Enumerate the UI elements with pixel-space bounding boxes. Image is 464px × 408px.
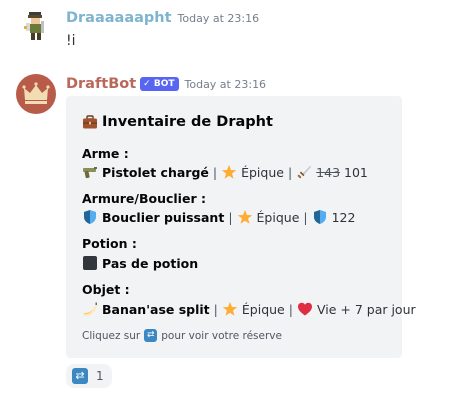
dagger-icon <box>296 164 312 180</box>
armor-stat: 122 <box>331 209 356 225</box>
message-content: !i <box>66 33 76 49</box>
separator: | <box>213 301 218 317</box>
armor-field-name: Armure/Bouclier : <box>82 191 206 206</box>
reaction-count: 1 <box>96 369 104 383</box>
swap-icon: ⇄ <box>144 329 158 342</box>
crown-icon <box>22 82 50 104</box>
bot-avatar[interactable] <box>16 74 56 114</box>
shield-icon <box>82 209 98 225</box>
weapon-stat-new: 101 <box>344 164 368 180</box>
potion-field-value: Pas de potion <box>82 255 198 271</box>
heart-icon <box>297 301 313 317</box>
separator: | <box>212 164 218 180</box>
embed-title: Inventaire de Drapht <box>82 114 273 130</box>
footer-suffix: pour voir votre réserve <box>161 329 282 342</box>
reaction-swap[interactable]: ⇄ 1 <box>66 364 112 388</box>
briefcase-icon <box>82 114 98 130</box>
weapon-item: Pistolet chargé <box>102 164 209 180</box>
weapon-field-name: Arme : <box>82 146 129 161</box>
username-text[interactable]: Draaaaaapht <box>66 10 172 26</box>
timestamp: Today at 23:16 <box>177 12 260 25</box>
username-text[interactable]: DraftBot <box>66 76 136 92</box>
pixel-warrior-icon <box>24 12 44 40</box>
object-item: Banan'ase split <box>102 301 210 317</box>
username[interactable]: DraftBot ✓ BOT Today at 23:16 <box>66 76 266 92</box>
weapon-stat-old: 143 <box>316 164 341 180</box>
footer-prefix: Cliquez sur <box>82 329 141 342</box>
pistol-icon <box>82 164 98 180</box>
star-icon <box>237 209 253 225</box>
embed-title-text: Inventaire de Drapht <box>102 114 273 130</box>
separator: | <box>288 301 293 317</box>
object-field-name: Objet : <box>82 282 130 297</box>
armor-field-value: Bouclier puissant | Épique | 122 <box>82 209 355 225</box>
bot-badge: ✓ BOT <box>140 77 179 91</box>
armor-rarity: Épique <box>256 209 300 225</box>
weapon-field-value: Pistolet chargé | Épique | 143 101 <box>82 164 368 180</box>
username[interactable]: Draaaaaapht Today at 23:16 <box>66 10 259 26</box>
object-effect: Vie + 7 par jour <box>316 301 416 317</box>
black-square-icon <box>82 255 98 271</box>
separator: | <box>287 164 293 180</box>
potion-item: Pas de potion <box>102 255 199 271</box>
object-rarity: Épique <box>241 301 285 317</box>
weapon-rarity: Épique <box>241 164 284 180</box>
shield-icon <box>312 209 328 225</box>
separator: | <box>303 209 308 225</box>
separator: | <box>228 209 233 225</box>
timestamp: Today at 23:16 <box>184 78 267 91</box>
armor-item: Bouclier puissant <box>102 209 225 225</box>
object-field-value: Banan'ase split | Épique | Vie + 7 par j… <box>82 301 416 317</box>
swap-icon: ⇄ <box>72 368 88 384</box>
embed-footer: Cliquez sur ⇄ pour voir votre réserve <box>82 329 282 342</box>
inventory-embed: Inventaire de Drapht Arme : Pistolet cha… <box>66 96 416 358</box>
banana-icon <box>82 301 98 317</box>
potion-field-name: Potion : <box>82 236 137 251</box>
star-icon <box>222 301 238 317</box>
user-avatar[interactable] <box>16 6 56 46</box>
star-icon <box>221 164 237 180</box>
